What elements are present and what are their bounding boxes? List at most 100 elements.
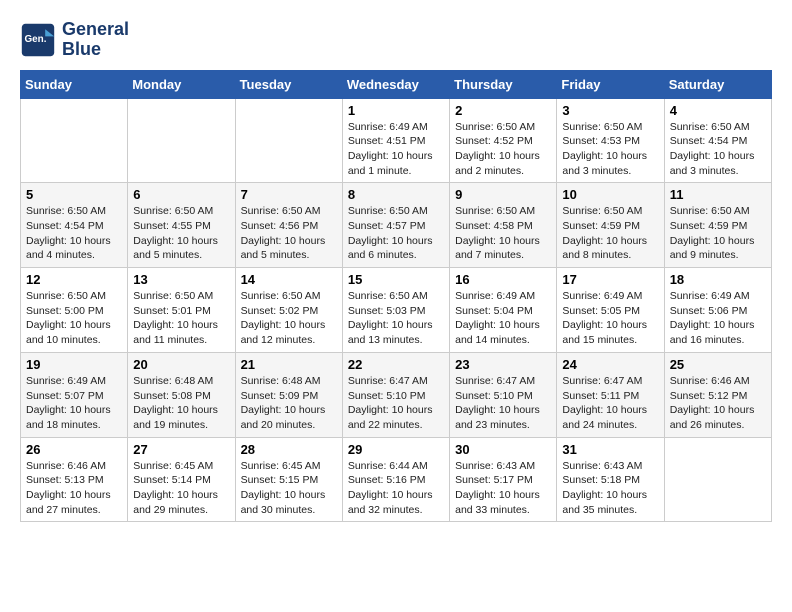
calendar-cell: 15 Sunrise: 6:50 AM Sunset: 5:03 PM Dayli… (342, 268, 449, 353)
day-number: 4 (670, 103, 766, 118)
day-info: Sunrise: 6:43 AM Sunset: 5:18 PM Dayligh… (562, 459, 658, 518)
day-number: 20 (133, 357, 229, 372)
calendar-cell: 21 Sunrise: 6:48 AM Sunset: 5:09 PM Dayli… (235, 352, 342, 437)
calendar-cell: 11 Sunrise: 6:50 AM Sunset: 4:59 PM Dayli… (664, 183, 771, 268)
calendar-week-row: 5 Sunrise: 6:50 AM Sunset: 4:54 PM Daylig… (21, 183, 772, 268)
header-friday: Friday (557, 70, 664, 98)
day-info: Sunrise: 6:47 AM Sunset: 5:10 PM Dayligh… (348, 374, 444, 433)
day-number: 8 (348, 187, 444, 202)
calendar-cell: 22 Sunrise: 6:47 AM Sunset: 5:10 PM Dayli… (342, 352, 449, 437)
day-number: 25 (670, 357, 766, 372)
calendar-cell: 5 Sunrise: 6:50 AM Sunset: 4:54 PM Daylig… (21, 183, 128, 268)
header-thursday: Thursday (450, 70, 557, 98)
day-number: 6 (133, 187, 229, 202)
calendar-cell: 4 Sunrise: 6:50 AM Sunset: 4:54 PM Daylig… (664, 98, 771, 183)
calendar-body: 1Sunrise: 6:49 AM Sunset: 4:51 PM Daylig… (21, 98, 772, 522)
day-info: Sunrise: 6:45 AM Sunset: 5:15 PM Dayligh… (241, 459, 337, 518)
calendar-week-row: 26Sunrise: 6:46 AM Sunset: 5:13 PM Dayli… (21, 437, 772, 522)
logo-text: General Blue (62, 20, 129, 60)
day-info: Sunrise: 6:50 AM Sunset: 4:55 PM Dayligh… (133, 204, 229, 263)
calendar-cell: 29 Sunrise: 6:44 AM Sunset: 5:16 PM Dayli… (342, 437, 449, 522)
day-number: 19 (26, 357, 122, 372)
day-number: 11 (670, 187, 766, 202)
day-number: 30 (455, 442, 551, 457)
day-info: Sunrise: 6:50 AM Sunset: 4:59 PM Dayligh… (670, 204, 766, 263)
calendar-cell: 17Sunrise: 6:49 AM Sunset: 5:05 PM Dayli… (557, 268, 664, 353)
day-number: 31 (562, 442, 658, 457)
calendar-week-row: 12 Sunrise: 6:50 AM Sunset: 5:00 PM Dayli… (21, 268, 772, 353)
day-info: Sunrise: 6:50 AM Sunset: 4:56 PM Dayligh… (241, 204, 337, 263)
header-sunday: Sunday (21, 70, 128, 98)
calendar-cell: 7 Sunrise: 6:50 AM Sunset: 4:56 PM Daylig… (235, 183, 342, 268)
svg-text:Gen.: Gen. (25, 34, 47, 45)
calendar-cell: 8 Sunrise: 6:50 AM Sunset: 4:57 PM Daylig… (342, 183, 449, 268)
calendar-cell: 31 Sunrise: 6:43 AM Sunset: 5:18 PM Dayli… (557, 437, 664, 522)
calendar-cell: 23Sunrise: 6:47 AM Sunset: 5:10 PM Dayli… (450, 352, 557, 437)
calendar-header-row: Sunday Monday Tuesday Wednesday Thursday… (21, 70, 772, 98)
day-number: 26 (26, 442, 122, 457)
day-info: Sunrise: 6:50 AM Sunset: 4:58 PM Dayligh… (455, 204, 551, 263)
day-info: Sunrise: 6:50 AM Sunset: 4:54 PM Dayligh… (26, 204, 122, 263)
logo-icon: Gen. (20, 22, 56, 58)
day-number: 18 (670, 272, 766, 287)
day-info: Sunrise: 6:50 AM Sunset: 5:03 PM Dayligh… (348, 289, 444, 348)
day-info: Sunrise: 6:49 AM Sunset: 5:05 PM Dayligh… (562, 289, 658, 348)
page-header: Gen. General Blue (20, 20, 772, 60)
calendar-week-row: 1Sunrise: 6:49 AM Sunset: 4:51 PM Daylig… (21, 98, 772, 183)
day-info: Sunrise: 6:48 AM Sunset: 5:08 PM Dayligh… (133, 374, 229, 433)
calendar-cell: 12 Sunrise: 6:50 AM Sunset: 5:00 PM Dayli… (21, 268, 128, 353)
calendar-cell: 30 Sunrise: 6:43 AM Sunset: 5:17 PM Dayli… (450, 437, 557, 522)
day-number: 9 (455, 187, 551, 202)
header-monday: Monday (128, 70, 235, 98)
day-info: Sunrise: 6:49 AM Sunset: 5:04 PM Dayligh… (455, 289, 551, 348)
calendar-cell: 26Sunrise: 6:46 AM Sunset: 5:13 PM Dayli… (21, 437, 128, 522)
calendar-cell: 13Sunrise: 6:50 AM Sunset: 5:01 PM Dayli… (128, 268, 235, 353)
day-info: Sunrise: 6:48 AM Sunset: 5:09 PM Dayligh… (241, 374, 337, 433)
day-number: 5 (26, 187, 122, 202)
calendar-cell: 6 Sunrise: 6:50 AM Sunset: 4:55 PM Daylig… (128, 183, 235, 268)
day-info: Sunrise: 6:50 AM Sunset: 4:57 PM Dayligh… (348, 204, 444, 263)
day-info: Sunrise: 6:50 AM Sunset: 5:02 PM Dayligh… (241, 289, 337, 348)
calendar-cell (128, 98, 235, 183)
day-number: 12 (26, 272, 122, 287)
day-info: Sunrise: 6:50 AM Sunset: 4:52 PM Dayligh… (455, 120, 551, 179)
day-number: 22 (348, 357, 444, 372)
day-info: Sunrise: 6:49 AM Sunset: 4:51 PM Dayligh… (348, 120, 444, 179)
day-info: Sunrise: 6:46 AM Sunset: 5:12 PM Dayligh… (670, 374, 766, 433)
calendar-cell: 3Sunrise: 6:50 AM Sunset: 4:53 PM Daylig… (557, 98, 664, 183)
day-info: Sunrise: 6:44 AM Sunset: 5:16 PM Dayligh… (348, 459, 444, 518)
calendar-cell: 18Sunrise: 6:49 AM Sunset: 5:06 PM Dayli… (664, 268, 771, 353)
day-info: Sunrise: 6:50 AM Sunset: 5:01 PM Dayligh… (133, 289, 229, 348)
calendar-cell: 9 Sunrise: 6:50 AM Sunset: 4:58 PM Daylig… (450, 183, 557, 268)
day-info: Sunrise: 6:45 AM Sunset: 5:14 PM Dayligh… (133, 459, 229, 518)
calendar-week-row: 19Sunrise: 6:49 AM Sunset: 5:07 PM Dayli… (21, 352, 772, 437)
day-number: 16 (455, 272, 551, 287)
calendar-cell: 28 Sunrise: 6:45 AM Sunset: 5:15 PM Dayli… (235, 437, 342, 522)
day-number: 7 (241, 187, 337, 202)
calendar-cell (664, 437, 771, 522)
logo: Gen. General Blue (20, 20, 129, 60)
day-info: Sunrise: 6:50 AM Sunset: 4:54 PM Dayligh… (670, 120, 766, 179)
day-number: 23 (455, 357, 551, 372)
calendar-cell: 14Sunrise: 6:50 AM Sunset: 5:02 PM Dayli… (235, 268, 342, 353)
calendar-cell (21, 98, 128, 183)
calendar-cell: 20 Sunrise: 6:48 AM Sunset: 5:08 PM Dayli… (128, 352, 235, 437)
day-number: 21 (241, 357, 337, 372)
day-number: 29 (348, 442, 444, 457)
day-number: 15 (348, 272, 444, 287)
day-info: Sunrise: 6:43 AM Sunset: 5:17 PM Dayligh… (455, 459, 551, 518)
header-tuesday: Tuesday (235, 70, 342, 98)
day-info: Sunrise: 6:50 AM Sunset: 4:53 PM Dayligh… (562, 120, 658, 179)
day-number: 2 (455, 103, 551, 118)
day-number: 28 (241, 442, 337, 457)
day-number: 27 (133, 442, 229, 457)
calendar-cell: 16 Sunrise: 6:49 AM Sunset: 5:04 PM Dayli… (450, 268, 557, 353)
calendar-cell: 27 Sunrise: 6:45 AM Sunset: 5:14 PM Dayli… (128, 437, 235, 522)
day-info: Sunrise: 6:47 AM Sunset: 5:11 PM Dayligh… (562, 374, 658, 433)
calendar-cell: 1Sunrise: 6:49 AM Sunset: 4:51 PM Daylig… (342, 98, 449, 183)
header-saturday: Saturday (664, 70, 771, 98)
day-number: 10 (562, 187, 658, 202)
day-info: Sunrise: 6:50 AM Sunset: 5:00 PM Dayligh… (26, 289, 122, 348)
calendar-cell: 19Sunrise: 6:49 AM Sunset: 5:07 PM Dayli… (21, 352, 128, 437)
calendar-cell: 25 Sunrise: 6:46 AM Sunset: 5:12 PM Dayli… (664, 352, 771, 437)
